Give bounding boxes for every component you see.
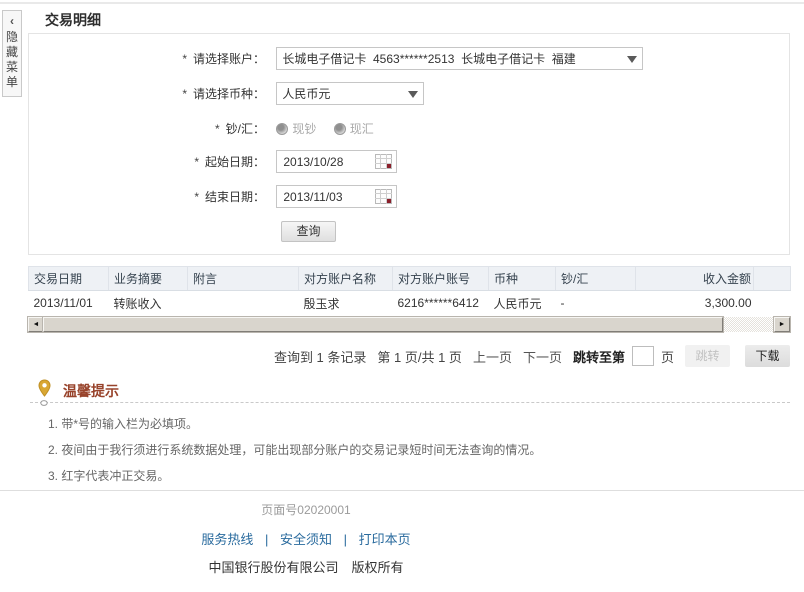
end-date-input[interactable]: 2013/11/03 bbox=[276, 185, 397, 208]
download-button[interactable]: 下载 bbox=[745, 345, 790, 367]
cell-counterparty-name: 殷玉求 bbox=[299, 291, 393, 316]
tips-header: 温馨提示 bbox=[38, 378, 119, 407]
page-info: 第 1 页/共 1 页 bbox=[377, 347, 462, 366]
tips-title: 温馨提示 bbox=[63, 381, 119, 401]
main-panel: 交易明细 *请选择账户： 长城电子借记卡 4563******2513 长城电子… bbox=[28, 10, 790, 490]
currency-select[interactable]: 人民币元 bbox=[276, 82, 424, 105]
start-date-input[interactable]: 2013/10/28 bbox=[276, 150, 397, 173]
col-counterparty-account: 对方账户账号 bbox=[393, 267, 489, 291]
col-memo: 附言 bbox=[188, 267, 299, 291]
col-counterparty-name: 对方账户名称 bbox=[299, 267, 393, 291]
cash-option-label: 现钞 bbox=[292, 122, 316, 136]
chevron-left-icon: ‹ bbox=[3, 14, 21, 28]
required-mark: * bbox=[182, 87, 187, 101]
link-separator: | bbox=[265, 532, 268, 547]
col-summary: 业务摘要 bbox=[109, 267, 188, 291]
scroll-left-arrow-icon[interactable]: ◄ bbox=[28, 317, 44, 332]
security-notice-link[interactable]: 安全须知 bbox=[280, 532, 332, 547]
account-select-value: 长城电子借记卡 4563******2513 长城电子借记卡 福建 bbox=[282, 48, 575, 70]
col-currency: 币种 bbox=[489, 267, 556, 291]
query-button[interactable]: 查询 bbox=[281, 221, 336, 242]
cell-income-amount: 3,300.00 bbox=[636, 291, 754, 316]
jump-button[interactable]: 跳转 bbox=[685, 345, 730, 367]
link-separator: | bbox=[344, 532, 347, 547]
col-trade-date: 交易日期 bbox=[29, 267, 109, 291]
tip-item-2: 2. 夜间由于我行须进行系统数据处理，可能出现部分账户的交易记录短时间无法查询的… bbox=[48, 441, 541, 458]
col-income-amount: 收入金额 bbox=[636, 267, 754, 291]
radio-icon[interactable] bbox=[334, 123, 346, 135]
calendar-icon[interactable] bbox=[375, 189, 392, 204]
tips-divider bbox=[30, 402, 790, 403]
page-title: 交易明细 bbox=[45, 10, 101, 30]
scrollbar-thumb[interactable] bbox=[43, 317, 723, 332]
cell-trade-date: 2013/11/01 bbox=[29, 291, 109, 316]
table-header-row: 交易日期 业务摘要 附言 对方账户名称 对方账户账号 币种 钞/汇 收入金额 bbox=[29, 267, 791, 291]
query-form: *请选择账户： 长城电子借记卡 4563******2513 长城电子借记卡 福… bbox=[28, 33, 790, 255]
jump-page-input[interactable] bbox=[632, 346, 654, 366]
radio-icon[interactable] bbox=[276, 123, 288, 135]
scroll-right-arrow-icon[interactable]: ► bbox=[774, 317, 790, 332]
col-cash-type: 钞/汇 bbox=[556, 267, 636, 291]
cell-counterparty-account: 6216******6412 bbox=[393, 291, 489, 316]
cell-memo bbox=[188, 291, 299, 316]
required-mark: * bbox=[182, 52, 187, 66]
account-select[interactable]: 长城电子借记卡 4563******2513 长城电子借记卡 福建 bbox=[276, 47, 643, 70]
top-divider bbox=[0, 2, 804, 4]
page-number: 页面号02020001 bbox=[0, 501, 612, 518]
result-count: 查询到 1 条记录 bbox=[274, 347, 366, 366]
collapse-menu-tab[interactable]: ‹ 隐藏菜单 bbox=[2, 10, 22, 97]
end-date-value: 2013/11/03 bbox=[283, 186, 342, 208]
cell-currency: 人民币元 bbox=[489, 291, 556, 316]
horizontal-scrollbar[interactable]: ◄ ► bbox=[28, 317, 790, 332]
results-table: 交易日期 业务摘要 附言 对方账户名称 对方账户账号 币种 钞/汇 收入金额 2… bbox=[28, 266, 791, 316]
table-row: 2013/11/01 转账收入 殷玉求 6216******6412 人民币元 … bbox=[29, 291, 791, 316]
dropdown-arrow-icon bbox=[408, 91, 418, 103]
location-pin-icon bbox=[38, 379, 53, 407]
jump-prefix-label: 跳转至第 bbox=[573, 347, 625, 366]
currency-label: *请选择币种： bbox=[29, 83, 265, 105]
next-page-link[interactable]: 下一页 bbox=[523, 347, 562, 366]
collapse-menu-label: 隐藏菜单 bbox=[5, 30, 19, 90]
footer-links: 服务热线 | 安全须知 | 打印本页 bbox=[0, 529, 612, 548]
tip-item-3: 3. 红字代表冲正交易。 bbox=[48, 467, 169, 484]
cell-summary: 转账收入 bbox=[109, 291, 188, 316]
required-mark: * bbox=[194, 155, 199, 169]
cash-type-label: *钞/汇： bbox=[29, 118, 265, 140]
tip-item-1: 1. 带*号的输入栏为必填项。 bbox=[48, 415, 198, 432]
end-date-label: *结束日期： bbox=[29, 186, 265, 208]
remit-option-label: 现汇 bbox=[350, 122, 374, 136]
cash-option[interactable]: 现钞 bbox=[276, 122, 316, 136]
cell-extra bbox=[754, 291, 791, 316]
print-page-link[interactable]: 打印本页 bbox=[359, 532, 411, 547]
copyright: 中国银行股份有限公司 版权所有 bbox=[0, 557, 612, 576]
jump-suffix-label: 页 bbox=[661, 347, 674, 366]
account-label: *请选择账户： bbox=[29, 48, 265, 70]
col-extra bbox=[754, 267, 791, 291]
scrollbar-track[interactable] bbox=[723, 317, 774, 332]
currency-select-value: 人民币元 bbox=[282, 83, 330, 105]
service-hotline-link[interactable]: 服务热线 bbox=[201, 532, 253, 547]
footer-divider bbox=[0, 490, 804, 491]
required-mark: * bbox=[215, 122, 220, 136]
dropdown-arrow-icon bbox=[627, 56, 637, 68]
calendar-icon[interactable] bbox=[375, 154, 392, 169]
pagination-bar: 查询到 1 条记录 第 1 页/共 1 页 上一页 下一页 跳转至第 页 跳转 … bbox=[28, 345, 790, 367]
prev-page-link[interactable]: 上一页 bbox=[473, 347, 512, 366]
results-table-wrap: 交易日期 业务摘要 附言 对方账户名称 对方账户账号 币种 钞/汇 收入金额 2… bbox=[28, 266, 790, 316]
required-mark: * bbox=[194, 190, 199, 204]
start-date-label: *起始日期： bbox=[29, 151, 265, 173]
cell-cash-type: - bbox=[556, 291, 636, 316]
start-date-value: 2013/10/28 bbox=[283, 151, 343, 173]
remit-option[interactable]: 现汇 bbox=[334, 122, 374, 136]
